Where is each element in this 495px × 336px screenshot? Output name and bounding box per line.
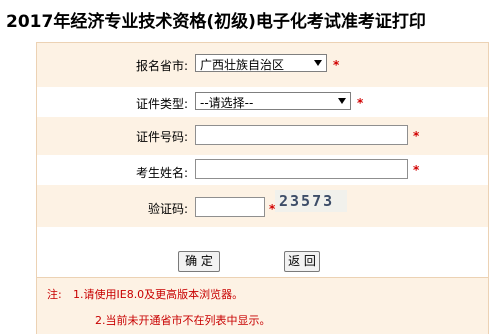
confirm-button[interactable]: 确 定 [178,251,220,272]
required-mark: * [413,163,420,177]
name-label: 考生姓名: [135,166,188,180]
page-title: 2017年经济专业技术资格(初级)电子化考试准考证打印 [6,12,426,32]
captcha-input[interactable] [195,197,265,217]
back-button[interactable]: 返 回 [284,251,320,272]
id-type-label: 证件类型: [135,97,188,111]
name-row: 考生姓名: * [37,155,488,185]
admission-ticket-form: 报名省市: 广西壮族自治区 * 证件类型: --请选择-- * 证件号码: * … [36,42,489,334]
required-mark: * [333,58,340,72]
chevron-down-icon[interactable] [338,98,346,104]
note-line-1: 1.请使用IE8.0及更高版本浏览器。 [73,288,244,301]
name-input[interactable] [195,159,408,179]
province-row: 报名省市: 广西壮族自治区 * [37,43,488,87]
notes-panel: 注: 1.请使用IE8.0及更高版本浏览器。 2.当前未开通省市不在列表中显示。 [37,277,488,334]
required-mark: * [357,96,364,110]
province-selected-value: 广西壮族自治区 [200,58,285,72]
note-line-2: 2.当前未开通省市不在列表中显示。 [95,314,271,327]
id-type-selected-value: --请选择-- [200,96,254,110]
captcha-row: 验证码: * [37,185,488,227]
id-number-row: 证件号码: * [37,117,488,155]
captcha-label: 验证码: [147,202,188,216]
chevron-down-icon[interactable] [314,60,322,66]
id-number-input[interactable] [195,125,408,145]
captcha-image[interactable]: 23573 [275,190,347,212]
province-label: 报名省市: [135,59,188,73]
id-type-row: 证件类型: --请选择-- * [37,87,488,117]
notes-prefix: 注: [47,288,62,301]
id-type-select[interactable]: --请选择-- [195,92,351,110]
id-number-label: 证件号码: [135,130,188,144]
required-mark: * [413,129,420,143]
province-select[interactable]: 广西壮族自治区 [195,54,327,72]
